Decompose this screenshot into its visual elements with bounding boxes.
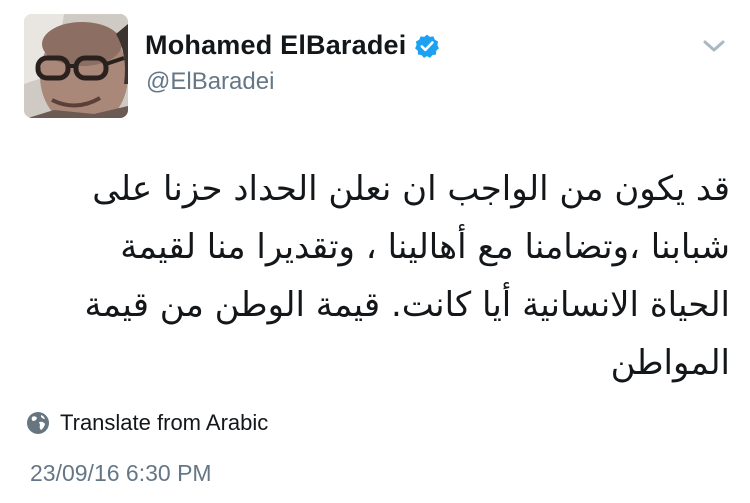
- tweet-card: Mohamed ElBaradei @ElBaradei قد يكون من …: [0, 0, 750, 503]
- translate-label[interactable]: Translate from Arabic: [60, 410, 268, 436]
- verified-badge-icon: [414, 33, 440, 59]
- globe-icon: [26, 411, 50, 435]
- tweet-timestamp[interactable]: 23/09/16 6:30 PM: [30, 460, 212, 487]
- tweet-text: قد يكون من الواجب ان نعلن الحداد حزنا عل…: [84, 169, 730, 383]
- author-name-row[interactable]: Mohamed ElBaradei: [145, 30, 440, 61]
- author-handle[interactable]: @ElBaradei: [146, 68, 274, 96]
- profile-photo: [24, 14, 128, 118]
- translate-link[interactable]: Translate from Arabic: [26, 410, 268, 436]
- author-display-name[interactable]: Mohamed ElBaradei: [145, 30, 406, 61]
- avatar[interactable]: [24, 14, 128, 118]
- chevron-down-icon[interactable]: [700, 36, 728, 56]
